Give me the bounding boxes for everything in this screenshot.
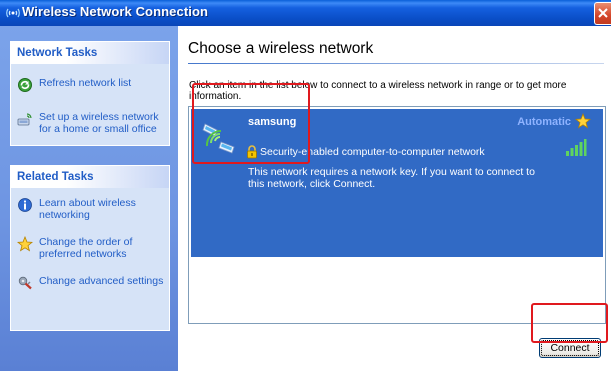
wireless-icon (6, 8, 20, 18)
title-bar[interactable]: Wireless Network Connection (0, 0, 611, 26)
star-icon (17, 236, 33, 252)
info-icon (18, 198, 32, 212)
related-tasks-header: Related Tasks (11, 165, 169, 188)
setup-wireless-icon (17, 113, 32, 126)
refresh-icon (18, 78, 32, 92)
network-tasks-header: Network Tasks (11, 41, 169, 64)
task-label: Change the order of preferred networks (39, 236, 133, 260)
task-label: Change advanced settings (39, 275, 164, 287)
highlight-box-connect (531, 303, 608, 343)
preferred-star-icon (575, 113, 591, 129)
highlight-box-network (192, 83, 310, 164)
close-button[interactable] (594, 2, 611, 25)
task-label: Refresh network list (39, 77, 132, 89)
related-tasks-box: Related Tasks Learn about wireless netwo… (10, 165, 170, 331)
title-divider (188, 63, 604, 64)
signal-strength-icon (566, 139, 587, 156)
close-icon (598, 8, 608, 18)
task-label: Set up a wireless network for a home or … (39, 111, 159, 135)
window-client-area: Network Tasks Refresh network list Set u… (0, 26, 611, 371)
window-title: Wireless Network Connection (22, 4, 209, 19)
task-label: Learn about wireless networking (39, 197, 136, 221)
page-title: Choose a wireless network (188, 40, 374, 57)
network-tasks-box: Network Tasks Refresh network list Set u… (10, 41, 170, 146)
settings-icon (18, 276, 32, 290)
task-pane: Network Tasks Refresh network list Set u… (0, 26, 178, 371)
network-mode: Automatic (517, 116, 571, 128)
network-description: This network requires a network key. If … (248, 166, 535, 190)
wireless-network-window: Wireless Network Connection Network Task… (0, 0, 611, 371)
